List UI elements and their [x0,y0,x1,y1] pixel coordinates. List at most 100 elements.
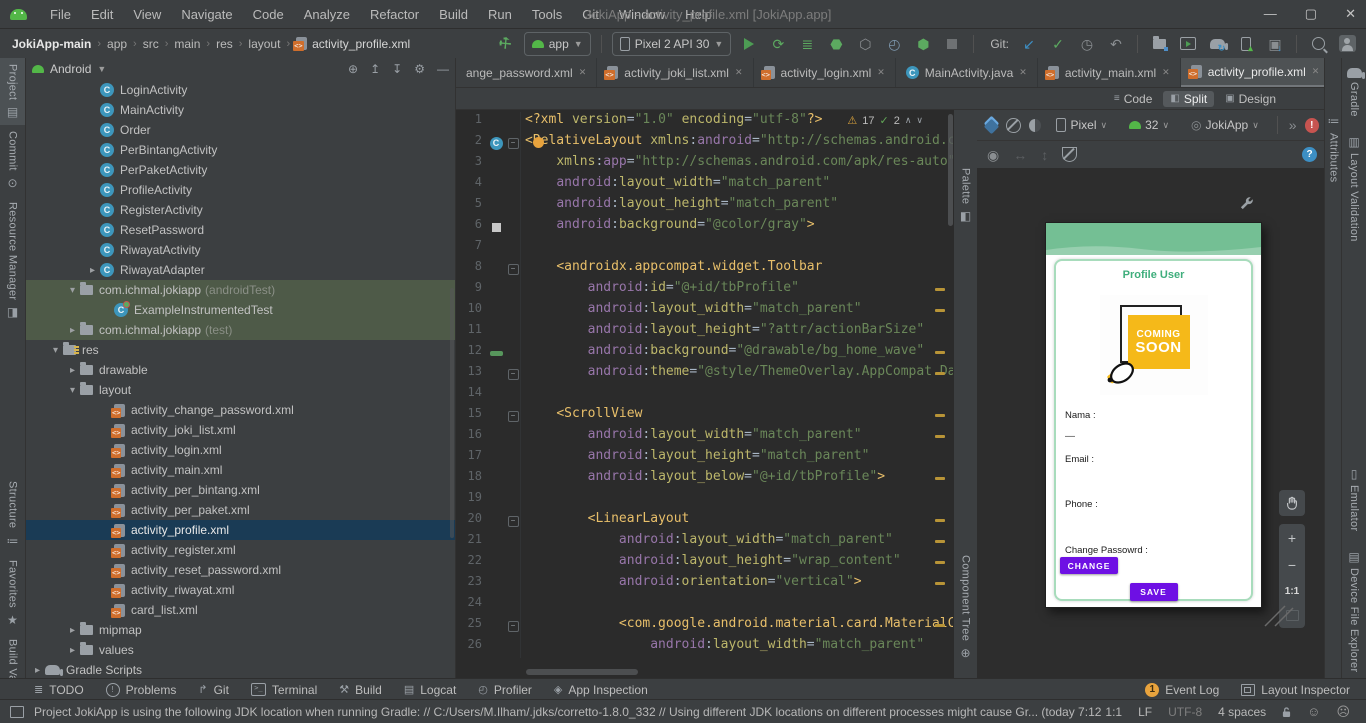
code-line[interactable]: 10 android:layout_width="match_parent" [456,301,953,322]
hide-panel-icon[interactable]: — [437,62,449,76]
chevron-down-icon[interactable]: ▾ [48,345,63,356]
tree-item-activity-profile-xml[interactable]: activity_profile.xml [26,520,455,540]
tool-stripe-resource-manager[interactable]: Resource Manager ◨ [0,196,25,325]
chevron-right-icon[interactable]: ▸ [30,665,45,676]
code-line[interactable]: 22 android:layout_height="wrap_content" [456,553,953,574]
tree-item-layout[interactable]: ▾ layout [26,380,455,400]
warning-stripe-mark[interactable] [935,414,945,417]
code-line[interactable]: 6 android:background="@color/gray"> [456,217,953,238]
menu-analyze[interactable]: Analyze [295,3,359,26]
fold-marker[interactable]: − [507,516,519,527]
tool-stripe-structure[interactable]: Structure ≔ [0,475,25,553]
design-canvas[interactable]: Profile User COMING SOON Nama: — Email … [977,168,1327,678]
tree-item-drawable[interactable]: ▸ drawable [26,360,455,380]
git-commit-button[interactable]: ✓ [1047,33,1069,55]
zoom-out-button[interactable]: − [1288,558,1296,572]
tree-item-mainactivity[interactable]: C MainActivity [26,100,455,120]
editor-tab-mainactivity-java[interactable]: C MainActivity.java ✕ [896,58,1038,87]
tree-item-activity-riwayat-xml[interactable]: activity_riwayat.xml [26,580,455,600]
minimize-button[interactable]: — [1264,6,1277,22]
close-button[interactable]: ✕ [1345,6,1356,22]
code-line[interactable]: 17 android:layout_height="match_parent" [456,448,953,469]
menu-refactor[interactable]: Refactor [361,3,428,26]
close-icon[interactable]: ✕ [1019,67,1027,78]
tree-item-resetpassword[interactable]: C ResetPassword [26,220,455,240]
toolwindow-app-inspection[interactable]: ◈ App Inspection [554,683,648,697]
editor-tab-activity-login-xml[interactable]: activity_login.xml ✕ [754,58,896,87]
tool-stripe-favorites[interactable]: Favorites ★ [0,554,25,633]
code-line[interactable]: 7 [456,238,953,259]
tool-stripe-layout-validation[interactable]: ▥ Layout Validation [1342,131,1366,246]
avd-manager-icon[interactable] [1177,33,1199,55]
zoom-ratio[interactable]: 1:1 [1285,586,1299,597]
menu-file[interactable]: File [41,3,80,26]
git-history-button[interactable]: ◷ [1076,33,1098,55]
build-hammer-icon[interactable]: ⚒ [495,33,517,55]
expand-all-icon[interactable]: ↥ [370,62,380,76]
editor-tab-activity-joki-list-xml[interactable]: activity_joki_list.xml ✕ [597,58,754,87]
run-configuration-select[interactable]: app ▼ [523,31,591,56]
sad-face-icon[interactable]: ☹ [1336,704,1350,720]
view-options-eye-icon[interactable]: ◉ [987,148,999,162]
toolwindow-profiler[interactable]: ◴ Profiler [478,683,532,697]
maximize-button[interactable]: ▢ [1305,6,1317,22]
code-line[interactable]: 14 [456,385,953,406]
device-picker[interactable]: Pixel ∨ [1049,114,1114,136]
code-line[interactable]: 16 android:layout_width="match_parent" [456,427,953,448]
inspections-widget[interactable]: ⚠ 17 ✓ 2 ∧ ∨ [843,113,927,128]
change-button[interactable]: CHANGE [1060,557,1118,574]
warning-stripe-mark[interactable] [935,309,945,312]
locate-file-icon[interactable]: ⊕ [348,62,358,76]
collapse-all-icon[interactable]: ↧ [392,62,402,76]
tree-item-riwayatadapter[interactable]: ▸ C RiwayatAdapter [26,260,455,280]
breadcrumb-item-src[interactable]: src [143,37,159,51]
file-encoding[interactable]: UTF-8 [1168,705,1202,719]
tree-item-activity-login-xml[interactable]: activity_login.xml [26,440,455,460]
tree-item-activity-change-password-xml[interactable]: activity_change_password.xml [26,400,455,420]
warning-stripe-mark[interactable] [935,435,945,438]
breadcrumb-file[interactable]: activity_profile.xml [293,37,410,51]
mode-design[interactable]: ▣ Design [1218,91,1283,107]
menu-run[interactable]: Run [479,3,521,26]
chevron-right-icon[interactable]: ▸ [85,265,100,276]
apply-code-changes-button[interactable]: ≣ [796,33,818,55]
mode-split[interactable]: ◧ Split [1163,90,1215,107]
happy-face-icon[interactable]: ☺ [1307,704,1320,719]
tool-stripe-gradle[interactable]: Gradle [1342,64,1366,121]
toolwindow-logcat[interactable]: ▤ Logcat [404,683,456,697]
tool-stripe-project[interactable]: Project ▤ [0,58,25,126]
event-log-button[interactable]: 1 Event Log [1145,682,1219,697]
warning-stripe-mark[interactable] [935,540,945,543]
tree-item-activity-per-paket-xml[interactable]: activity_per_paket.xml [26,500,455,520]
theme-picker[interactable]: ◎ JokiApp ∨ [1184,114,1266,136]
chevron-right-icon[interactable]: ▸ [65,625,80,636]
tree-item-perbintangactivity[interactable]: C PerBintangActivity [26,140,455,160]
menu-edit[interactable]: Edit [82,3,122,26]
sdk-manager-icon[interactable]: ▣ ↓ [1264,33,1286,55]
tool-stripe-attributes[interactable]: ≔ Attributes [1325,110,1342,186]
tree-item-loginactivity[interactable]: C LoginActivity [26,80,455,100]
tree-item-activity-joki-list-xml[interactable]: activity_joki_list.xml [26,420,455,440]
tree-item-activity-per-bintang-xml[interactable]: activity_per_bintang.xml [26,480,455,500]
editor-tab-activity-profile-xml[interactable]: activity_profile.xml ✕ [1180,58,1327,87]
device-preview[interactable]: Profile User COMING SOON Nama: — Email … [1045,222,1262,608]
code-line[interactable]: 13 − android:theme="@style/ThemeOverlay.A… [456,364,953,385]
device-select[interactable]: Pixel 2 API 30 ▼ [611,31,732,56]
toolwindow-git[interactable]: ↱ Git [198,683,229,697]
chevron-down-icon[interactable]: ▾ [65,285,80,296]
warning-stripe-mark[interactable] [935,351,945,354]
search-everywhere-icon[interactable] [1307,33,1329,55]
close-icon[interactable]: ✕ [877,67,885,78]
tree-item-com-ichmal-jokiapp[interactable]: ▸ com.ichmal.jokiapp (test) [26,320,455,340]
profile-avatar[interactable] [1336,33,1358,55]
orientation-icon[interactable] [1006,117,1021,133]
code-line[interactable]: 20 − <LinearLayout [456,511,953,532]
tree-item-card-list-xml[interactable]: card_list.xml [26,600,455,620]
code-line[interactable]: 9 android:id="@+id/tbProfile" [456,280,953,301]
tree-item-registeractivity[interactable]: C RegisterActivity [26,200,455,220]
indent-setting[interactable]: 4 spaces [1218,705,1266,719]
toolwindow-todo[interactable]: ≣ TODO [34,683,84,697]
color-preview-gray[interactable] [491,223,501,232]
overflow-icon[interactable]: » [1289,118,1297,132]
warning-stripe-mark[interactable] [935,582,945,585]
